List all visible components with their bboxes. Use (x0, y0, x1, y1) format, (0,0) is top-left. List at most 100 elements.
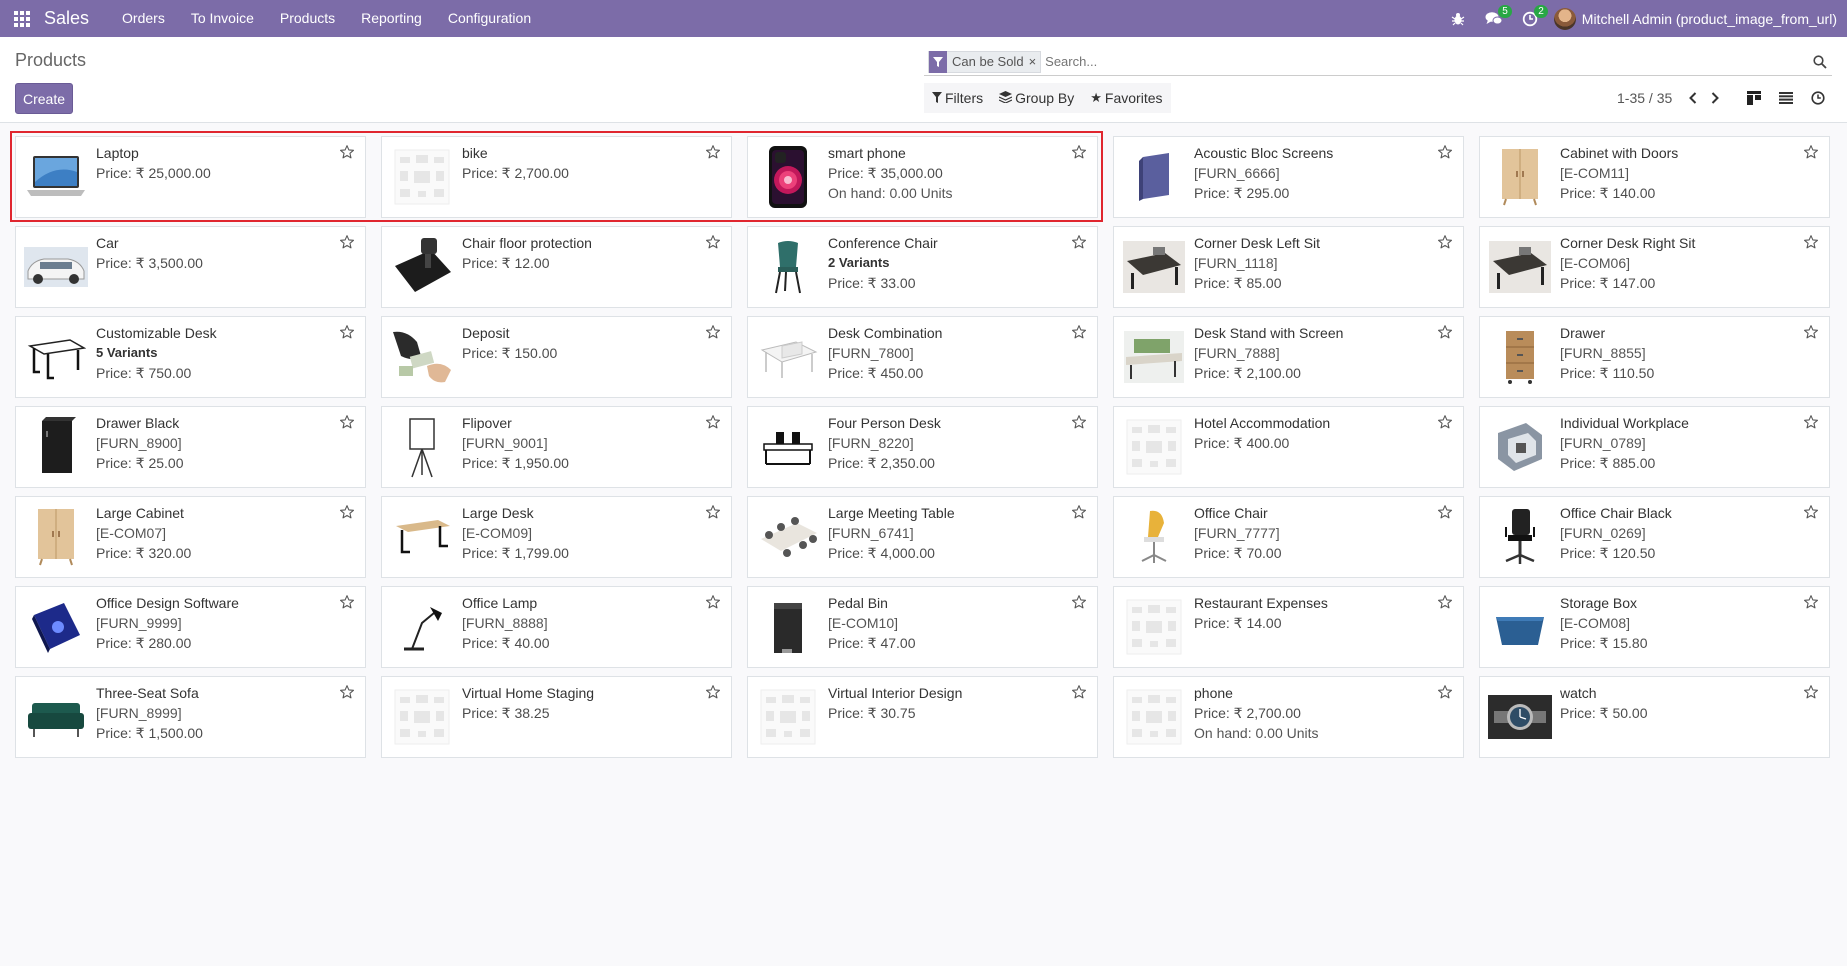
product-card[interactable]: Office Lamp [FURN_8888] Price: ₹ 40.00 (381, 586, 732, 668)
debug-bug-icon[interactable] (1440, 0, 1476, 37)
favorite-star-icon[interactable] (1071, 594, 1089, 612)
product-card[interactable]: Hotel Accommodation Price: ₹ 400.00 (1113, 406, 1464, 488)
favorite-star-icon[interactable] (1437, 234, 1455, 252)
activity-view-icon[interactable] (1802, 85, 1834, 111)
apps-menu-button[interactable] (0, 0, 44, 37)
favorite-star-icon[interactable] (339, 504, 357, 522)
favorite-star-icon[interactable] (1437, 594, 1455, 612)
favorite-star-icon[interactable] (339, 324, 357, 342)
product-card[interactable]: Four Person Desk [FURN_8220] Price: ₹ 2,35… (747, 406, 1098, 488)
group-by-button[interactable]: Group By (991, 83, 1082, 113)
product-name: Deposit (462, 325, 510, 341)
favorite-star-icon[interactable] (1803, 594, 1821, 612)
search-input[interactable] (1045, 49, 1808, 74)
product-card[interactable]: Corner Desk Right Sit [E-COM06] Price: ₹ 1… (1479, 226, 1830, 308)
product-card[interactable]: Car Price: ₹ 3,500.00 (15, 226, 366, 308)
product-card[interactable]: Virtual Interior Design Price: ₹ 30.75 (747, 676, 1098, 758)
favorite-star-icon[interactable] (339, 144, 357, 162)
kanban-view-icon[interactable] (1738, 85, 1770, 111)
favorite-star-icon[interactable] (1803, 234, 1821, 252)
product-card-body: watch Price: ₹ 50.00 (1560, 677, 1648, 757)
product-name: Restaurant Expenses (1194, 595, 1328, 611)
product-card[interactable]: Desk Combination [FURN_7800] Price: ₹ 450.… (747, 316, 1098, 398)
product-card[interactable]: Office Chair Black [FURN_0269] Price: ₹ 12… (1479, 496, 1830, 578)
facet-remove-icon[interactable]: × (1029, 54, 1041, 69)
product-card[interactable]: Acoustic Bloc Screens [FURN_6666] Price: ₹… (1113, 136, 1464, 218)
favorite-star-icon[interactable] (339, 684, 357, 702)
favorite-star-icon[interactable] (705, 594, 723, 612)
star-filled-icon: ★ (1090, 90, 1102, 105)
product-card[interactable]: Three-Seat Sofa [FURN_8999] Price: ₹ 1,500… (15, 676, 366, 758)
favorite-star-icon[interactable] (1437, 504, 1455, 522)
product-card[interactable]: Drawer Black [FURN_8900] Price: ₹ 25.00 (15, 406, 366, 488)
app-name[interactable]: Sales (44, 8, 89, 29)
favorite-star-icon[interactable] (705, 234, 723, 252)
activities-clock-icon[interactable]: 2 (1512, 0, 1548, 37)
list-view-icon[interactable] (1770, 85, 1802, 111)
favorite-star-icon[interactable] (1071, 144, 1089, 162)
product-card[interactable]: Large Desk [E-COM09] Price: ₹ 1,799.00 (381, 496, 732, 578)
favorite-star-icon[interactable] (1071, 684, 1089, 702)
menu-orders[interactable]: Orders (109, 0, 178, 37)
user-avatar[interactable] (1553, 7, 1576, 30)
pager-previous-icon[interactable] (1682, 87, 1704, 109)
product-card[interactable]: phone Price: ₹ 2,700.00 On hand: 0.00 Unit… (1113, 676, 1464, 758)
pager-value[interactable]: 1-35 / 35 (1617, 90, 1672, 106)
product-card[interactable]: Customizable Desk 5 Variants Price: ₹ 750.… (15, 316, 366, 398)
product-card[interactable]: Storage Box [E-COM08] Price: ₹ 15.80 (1479, 586, 1830, 668)
favorite-star-icon[interactable] (1803, 414, 1821, 432)
filters-button[interactable]: Filters (924, 83, 991, 113)
product-card[interactable]: Corner Desk Left Sit [FURN_1118] Price: ₹ … (1113, 226, 1464, 308)
favorite-star-icon[interactable] (1803, 324, 1821, 342)
favorite-star-icon[interactable] (1437, 144, 1455, 162)
pager-next-icon[interactable] (1704, 87, 1726, 109)
product-card[interactable]: Laptop Price: ₹ 25,000.00 (15, 136, 366, 218)
menu-reporting[interactable]: Reporting (348, 0, 435, 37)
product-card[interactable]: watch Price: ₹ 50.00 (1479, 676, 1830, 758)
menu-to-invoice[interactable]: To Invoice (178, 0, 267, 37)
product-card[interactable]: Office Design Software [FURN_9999] Price: … (15, 586, 366, 668)
product-card[interactable]: Restaurant Expenses Price: ₹ 14.00 (1113, 586, 1464, 668)
product-card[interactable]: Individual Workplace [FURN_0789] Price: ₹ … (1479, 406, 1830, 488)
favorite-star-icon[interactable] (705, 414, 723, 432)
create-button[interactable]: Create (15, 83, 73, 114)
product-card-body: Hotel Accommodation Price: ₹ 400.00 (1194, 407, 1330, 487)
product-card[interactable]: Large Cabinet [E-COM07] Price: ₹ 320.00 (15, 496, 366, 578)
product-card[interactable]: Flipover [FURN_9001] Price: ₹ 1,950.00 (381, 406, 732, 488)
menu-products[interactable]: Products (267, 0, 348, 37)
menu-configuration[interactable]: Configuration (435, 0, 544, 37)
favorite-star-icon[interactable] (339, 234, 357, 252)
favorites-button[interactable]: ★ Favorites (1082, 83, 1170, 113)
product-card[interactable]: Chair floor protection Price: ₹ 12.00 (381, 226, 732, 308)
favorite-star-icon[interactable] (705, 324, 723, 342)
product-card[interactable]: Conference Chair 2 Variants Price: ₹ 33.00 (747, 226, 1098, 308)
product-card[interactable]: Desk Stand with Screen [FURN_7888] Price: … (1113, 316, 1464, 398)
favorite-star-icon[interactable] (1803, 144, 1821, 162)
favorite-star-icon[interactable] (705, 144, 723, 162)
favorite-star-icon[interactable] (1437, 414, 1455, 432)
messages-chat-icon[interactable]: 5 (1476, 0, 1512, 37)
product-card[interactable]: smart phone Price: ₹ 35,000.00 On hand: 0.… (747, 136, 1098, 218)
search-icon[interactable] (1808, 50, 1832, 74)
favorite-star-icon[interactable] (1437, 684, 1455, 702)
favorite-star-icon[interactable] (1071, 504, 1089, 522)
favorite-star-icon[interactable] (339, 594, 357, 612)
favorite-star-icon[interactable] (1803, 504, 1821, 522)
favorite-star-icon[interactable] (1071, 414, 1089, 432)
favorite-star-icon[interactable] (1437, 324, 1455, 342)
product-card[interactable]: Pedal Bin [E-COM10] Price: ₹ 47.00 (747, 586, 1098, 668)
product-card[interactable]: Deposit Price: ₹ 150.00 (381, 316, 732, 398)
favorite-star-icon[interactable] (1071, 324, 1089, 342)
favorite-star-icon[interactable] (1071, 234, 1089, 252)
favorite-star-icon[interactable] (1803, 684, 1821, 702)
product-card[interactable]: Drawer [FURN_8855] Price: ₹ 110.50 (1479, 316, 1830, 398)
user-menu-name[interactable]: Mitchell Admin (product_image_from_url) (1582, 11, 1837, 27)
product-card[interactable]: Virtual Home Staging Price: ₹ 38.25 (381, 676, 732, 758)
favorite-star-icon[interactable] (705, 684, 723, 702)
favorite-star-icon[interactable] (339, 414, 357, 432)
favorite-star-icon[interactable] (705, 504, 723, 522)
product-card[interactable]: Office Chair [FURN_7777] Price: ₹ 70.00 (1113, 496, 1464, 578)
product-card[interactable]: Large Meeting Table [FURN_6741] Price: ₹ 4… (747, 496, 1098, 578)
product-card[interactable]: Cabinet with Doors [E-COM11] Price: ₹ 140.… (1479, 136, 1830, 218)
product-card[interactable]: bike Price: ₹ 2,700.00 (381, 136, 732, 218)
